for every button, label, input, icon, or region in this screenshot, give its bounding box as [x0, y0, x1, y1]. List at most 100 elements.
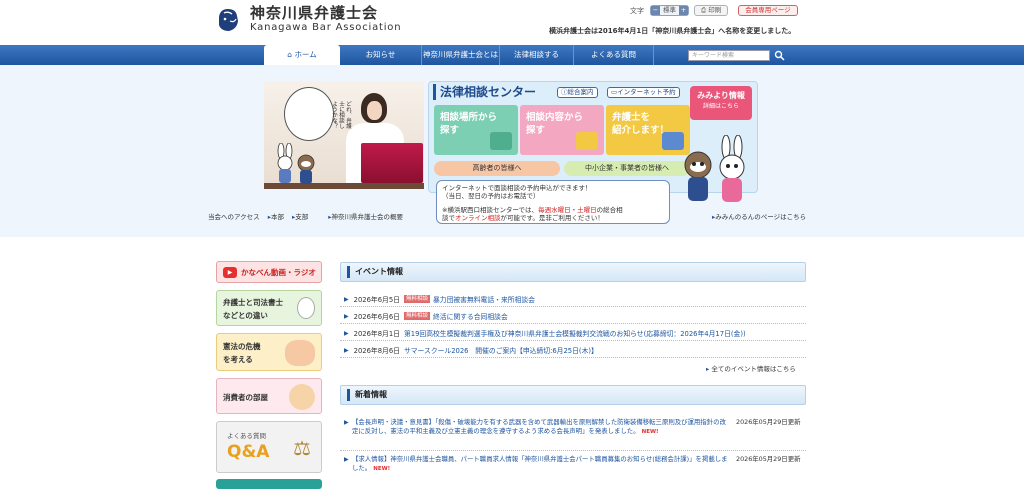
news-heading: 新着情報 [340, 385, 806, 405]
event-item[interactable]: ▶ 2026年8月6日 サマースクール2026 開催のご案内【申込締切:6月25日(… [344, 345, 598, 356]
map-icon [490, 132, 512, 150]
event-item[interactable]: ▶ 2026年6月6日 無料相談 終活に関する合同相談会 [344, 311, 508, 321]
video-radio-banner[interactable]: ▶ かなべん動画・ラジオ [216, 261, 322, 283]
event-title: 第19回高校生模擬裁判選手権及び神奈川県弁護士会模擬裁判交流戦のお知らせ(応募締… [403, 330, 746, 338]
nav-news[interactable]: お知らせ [340, 45, 422, 65]
font-standard-button[interactable]: 標準 [660, 6, 679, 15]
all-events-link[interactable]: ▸ 全てのイベント情報はこちら [706, 363, 796, 373]
overview-button[interactable]: ⓘ総合案内 [557, 87, 598, 98]
nav-home-label: ホーム [294, 50, 317, 59]
font-increase-button[interactable]: + [679, 6, 688, 15]
minna-page-link[interactable]: ▸みみんのるんのページはこちら [712, 211, 806, 221]
event-title: サマースクール2026 開催のご案内【申込締切:6月25日(木)】 [403, 347, 598, 355]
nav-consult[interactable]: 法律相談する [500, 45, 574, 65]
consumer-icon [289, 384, 315, 410]
lawyer-scrivener-diff-banner[interactable]: 弁護士と司法書士 などとの違い [216, 290, 322, 326]
news-item[interactable]: ▶ 【求人情報】神奈川県弁護士会職員、パート職員求人情報「神奈川県弁護士会パート… [344, 455, 804, 475]
mascots-icon [684, 135, 745, 202]
tile1-line2: 探す [440, 125, 460, 136]
elderly-button[interactable]: 高齢者の皆様へ [434, 161, 560, 176]
mimiyori-info-button[interactable]: みみより情報 詳細はこちら [690, 86, 752, 120]
constitution-line1: 憲法の危機 [223, 342, 261, 351]
speech-line4c: が可能です。是非ご利用ください！ [500, 214, 604, 222]
hero-photo: どれ、弁護士に相談しようかな？ [264, 81, 424, 189]
minna-link-label: みみんのるんのページはこちら [715, 213, 807, 221]
arrow-icon: ▶ [344, 419, 349, 426]
overview-link[interactable]: ▸神奈川県弁護士会の概要 [328, 211, 403, 221]
event-date: 2026年8月6日 [353, 347, 400, 355]
access-main-link[interactable]: ▸本部 [268, 211, 284, 221]
speech-line2: （当日、翌日の予約はお電話で） [442, 192, 540, 200]
new-badge: NEW! [373, 466, 391, 472]
font-size-control: − 標準 + [650, 5, 689, 16]
laptop-image [361, 143, 423, 183]
consultation-center-title: 法律相談センター [433, 84, 536, 100]
search-icon[interactable] [774, 50, 785, 61]
access-branch-link[interactable]: ▸支部 [292, 211, 308, 221]
rename-notice: 横浜弁護士会は2016年4月1日「神奈川県弁護士会」へ名称を変更しました。 [549, 27, 796, 35]
site-logo[interactable]: 神奈川県弁護士会 Kanagawa Bar Association [216, 5, 401, 34]
lawyer-referral-tile[interactable]: 弁護士を 紹介します！ [606, 105, 690, 155]
constitution-line2: を考える [223, 355, 253, 364]
mimiyori-link: 詳細はこちら [702, 103, 739, 110]
scales-icon: ⚖ [293, 436, 311, 460]
search-by-place-tile[interactable]: 相談場所から 探す [434, 105, 518, 155]
event-date: 2026年8月1日 [353, 330, 400, 338]
access-label: 当会へのアクセス [208, 213, 260, 221]
event-date: 2026年6月6日 [353, 313, 400, 321]
next-banner[interactable] [216, 479, 322, 489]
sme-button[interactable]: 中小企業・事業者の皆様へ [564, 161, 690, 176]
global-nav: ⌂ ホーム お知らせ 神奈川県弁護士会とは 法律相談する よくある質問 キーワー… [0, 45, 1024, 65]
nav-home[interactable]: ⌂ ホーム [264, 45, 340, 65]
arrow-icon: ▶ [344, 312, 349, 320]
thought-bubble: どれ、弁護士に相談しようかな？ [284, 87, 351, 141]
hero-area: どれ、弁護士に相談しようかな？ 法律相談センター ⓘ総合案内 ▭インターネット予… [0, 65, 1024, 237]
mimiyori-title: みみより情報 [697, 91, 745, 100]
event-title: 暴力団被害無料電話・来所相談会 [432, 296, 535, 304]
all-events-label: 全てのイベント情報はこちら [711, 365, 796, 373]
events-title: イベント情報 [347, 266, 403, 278]
thought-bubble-text: どれ、弁護士に相談しようかな？ [331, 101, 351, 129]
news-title: 新着情報 [347, 389, 387, 401]
speech-line1: インターネットで面談相談の予約申込ができます！ [442, 184, 592, 192]
speech-line3b: 毎週水曜日・土曜日 [538, 206, 597, 214]
free-consult-badge: 無料相談 [403, 312, 430, 320]
site-header: 神奈川県弁護士会 Kanagawa Bar Association 文字 − 標… [0, 0, 1024, 44]
tile2-line2: 探す [526, 125, 546, 136]
consumer-room-label: 消費者の部屋 [223, 393, 268, 402]
net-booking-button[interactable]: ▭インターネット予約 [607, 87, 680, 98]
overview-label: 総合案内 [567, 88, 594, 96]
nav-faq[interactable]: よくある質問 [574, 45, 654, 65]
nav-about[interactable]: 神奈川県弁護士会とは [422, 45, 500, 65]
consumer-room-banner[interactable]: 消費者の部屋 [216, 378, 322, 414]
overview-link-label: 神奈川県弁護士会の概要 [331, 213, 403, 221]
news-item[interactable]: ▶ 【会長声明・決議・意見書】「殺傷・破壊能力を有する武器を含めて武器輸出を原則… [344, 418, 804, 448]
new-badge: NEW! [641, 429, 659, 435]
access-links: 当会へのアクセス ▸本部 ▸支部 ▸神奈川県弁護士会の概要 [208, 211, 403, 221]
search-input[interactable]: キーワード検索 [688, 50, 770, 61]
video-radio-label: かなべん動画・ラジオ [241, 268, 316, 277]
print-button[interactable]: ⎙ 印刷 [694, 5, 729, 16]
font-decrease-button[interactable]: − [651, 6, 660, 15]
speech-line3c: の総合相 [596, 206, 623, 214]
faq-banner[interactable]: よくある質問 Q&A ⚖ [216, 421, 322, 473]
kanagawa-logo-icon [219, 8, 238, 31]
logo-japanese: 神奈川県弁護士会 [250, 4, 379, 22]
arrow-icon: ▶ [344, 329, 349, 337]
header-tools: 文字 − 標準 + ⎙ 印刷 会員専用ページ [630, 5, 798, 16]
online-booking-notice: インターネットで面談相談の予約申込ができます！ （当日、翌日の予約はお電話で） … [436, 180, 670, 224]
topics-icon [576, 132, 598, 150]
divider [340, 357, 806, 358]
tanuki-mascot-icon [297, 154, 315, 184]
constitution-banner[interactable]: 憲法の危機 を考える [216, 333, 322, 371]
event-item[interactable]: ▶ 2026年6月5日 無料相談 暴力団被害無料電話・来所相談会 [344, 294, 535, 304]
speech-line3a: ※横浜駅西口相談センターでは、 [442, 206, 539, 214]
net-booking-label: インターネット予約 [617, 88, 676, 96]
event-item[interactable]: ▶ 2026年8月1日 第19回高校生模擬裁判選手権及び神奈川県弁護士会模擬裁判交流… [344, 328, 746, 339]
divider [340, 306, 806, 307]
tile3-line1: 弁護士を [612, 112, 651, 123]
access-main-label: 本部 [270, 213, 284, 221]
tile2-line1: 相談内容から [526, 112, 584, 123]
search-by-topic-tile[interactable]: 相談内容から 探す [520, 105, 604, 155]
member-page-button[interactable]: 会員専用ページ [738, 5, 798, 16]
